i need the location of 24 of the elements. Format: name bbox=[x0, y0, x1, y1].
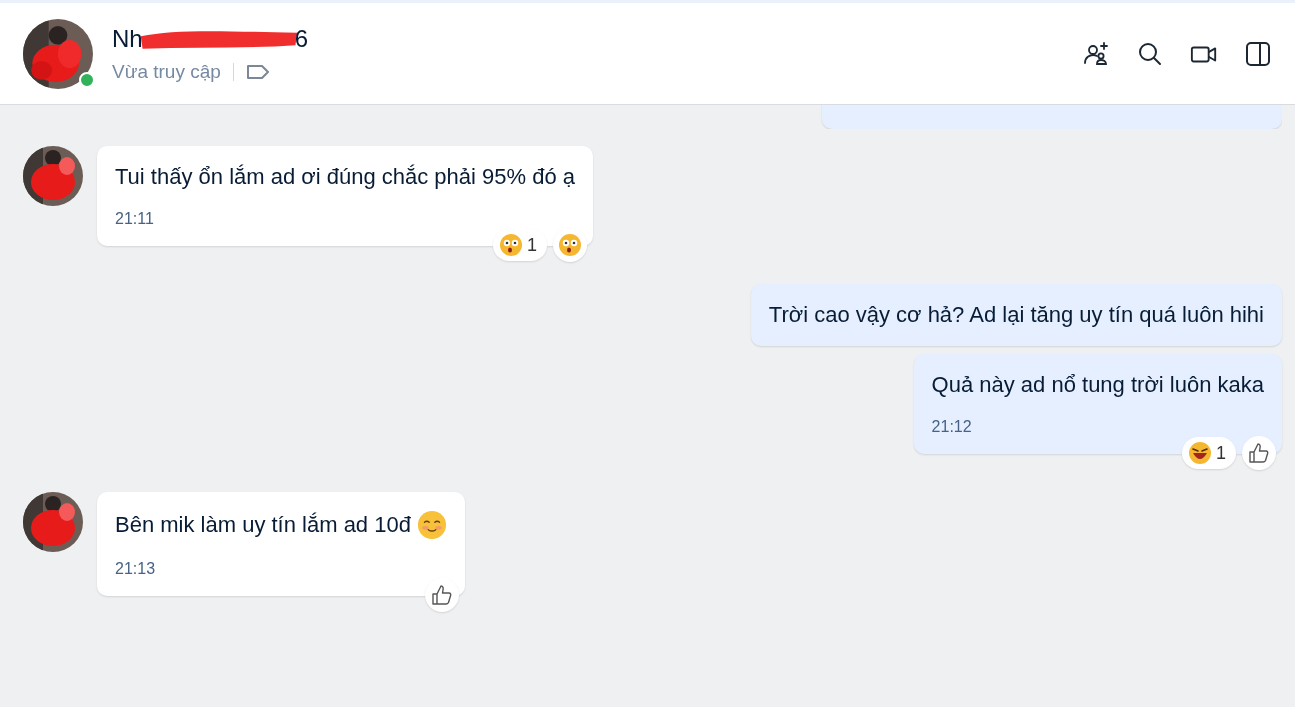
message-text: Quả này ad nổ tung trời luôn kaka bbox=[931, 372, 1264, 398]
message-text: Tui thấy ổn lắm ad ơi đúng chắc phải 95% đó ạ bbox=[115, 164, 575, 190]
reaction-button[interactable] bbox=[1242, 436, 1276, 470]
reaction-button[interactable] bbox=[553, 228, 587, 262]
reaction-button[interactable] bbox=[424, 578, 459, 612]
surprised-face-icon bbox=[499, 233, 523, 257]
side-panel-icon[interactable] bbox=[1244, 39, 1272, 68]
reaction-count[interactable]: 1 bbox=[1182, 437, 1236, 469]
message-time: 21:12 bbox=[931, 418, 973, 436]
smiling-face-icon bbox=[416, 510, 447, 540]
surprised-face-icon bbox=[558, 233, 582, 257]
laughing-face-icon bbox=[1188, 441, 1212, 465]
thumbs-up-icon bbox=[429, 583, 454, 607]
tag-icon[interactable] bbox=[245, 63, 270, 80]
contact-name: Nh bbox=[112, 24, 143, 53]
message-time: 21:11 bbox=[115, 210, 155, 228]
add-person-icon[interactable] bbox=[1082, 39, 1110, 68]
message-text: Bên mik làm uy tín lắm ad 10đ bbox=[115, 512, 411, 538]
message-text: Trời cao vậy cơ hả? Ad lại tăng uy tín quá luôn hihi bbox=[768, 302, 1264, 328]
contact-name: 6 bbox=[294, 24, 309, 53]
message-time: 21:13 bbox=[115, 560, 157, 578]
thumbs-up-icon bbox=[1247, 441, 1271, 465]
last-seen-status: Vừa truy cập bbox=[112, 60, 221, 83]
reaction-count[interactable]: 1 bbox=[493, 229, 547, 261]
